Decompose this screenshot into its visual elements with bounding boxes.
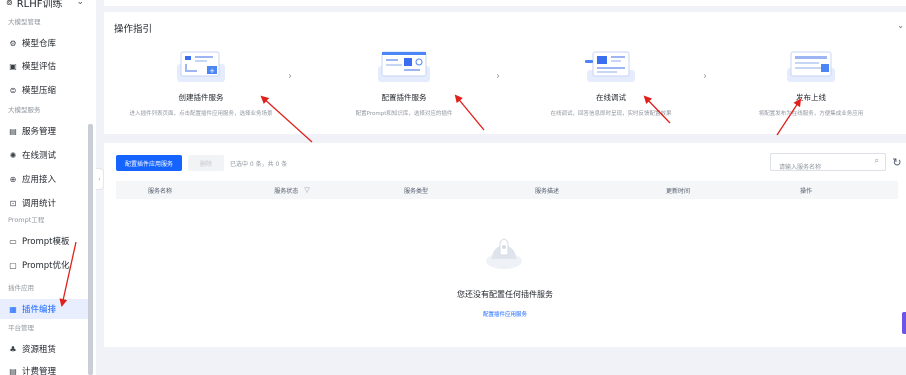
evaluate-icon: ▣ — [9, 61, 17, 71]
sidebar-item-label: 服务管理 — [22, 127, 57, 137]
sidebar-item-label: 模型仓库 — [22, 39, 57, 49]
operation-guide-card: 操作指引 ⌄ + 创建插件服务 进入插件列表页面，点击配置插件应用服务，选择业务… — [104, 12, 906, 134]
collapse-sidebar-handle[interactable]: ‹ — [96, 168, 104, 190]
empty-state-message: 您还没有配置任何插件服务 — [457, 290, 553, 299]
guide-title: 操作指引 — [114, 24, 153, 35]
column-header: 服务状态 ▽ — [274, 186, 310, 195]
stats-icon: ⊡ — [9, 198, 17, 208]
guide-step-name: 创建插件服务 — [178, 93, 224, 102]
service-search-input[interactable] — [771, 159, 867, 176]
guide-step-desc: 将配置发布为在线服务，方便集成业务应用 — [758, 111, 864, 117]
top-strip — [104, 0, 906, 6]
compress-icon: ⊜ — [9, 85, 17, 95]
filter-icon[interactable]: ▽ — [304, 186, 309, 194]
sidebar-item[interactable]: ▭ Prompt模板 — [0, 231, 88, 251]
guide-step-name: 在线调试 — [596, 93, 626, 102]
sidebar-group-label: 大模型服务 — [8, 106, 41, 114]
configure-plugin-service-button[interactable]: 配置插件应用服务 — [116, 155, 182, 171]
app-access-icon: ⊕ — [9, 174, 17, 184]
guide-step-name: 配置插件服务 — [381, 93, 427, 102]
svg-text:+: + — [209, 67, 215, 75]
sidebar-item-label: 计费管理 — [22, 367, 57, 375]
sidebar-item-label: 调用统计 — [22, 199, 57, 209]
delete-button[interactable]: 删除 — [188, 155, 224, 171]
service-search[interactable]: ⌕ — [770, 153, 886, 176]
online-test-icon: ✺ — [9, 150, 17, 160]
search-icon[interactable]: ⌕ — [875, 156, 879, 166]
guide-step-desc: 进入插件列表页面，点击配置插件应用服务，选择业务场景 — [129, 111, 273, 117]
sidebar-item[interactable]: ⊡ 调用统计 — [0, 193, 88, 213]
column-header: 操作 — [799, 187, 813, 195]
guide-step-desc: 配置Prompt和知识库，选择对应的插件 — [355, 111, 453, 117]
chevron-down-icon: ⌄ — [76, 0, 85, 7]
refresh-icon[interactable]: ↻ — [888, 153, 906, 171]
sidebar-group-label: Prompt工程 — [8, 216, 45, 224]
online-debug-illustration — [581, 46, 641, 86]
sidebar-item[interactable]: ▤ 计费管理 — [0, 361, 88, 375]
sidebar-top-label: RLHF训练 — [16, 0, 63, 10]
rlhf-icon: ⊚ — [6, 0, 13, 7]
sidebar-top-item[interactable]: ⊚ RLHF训练 ⌄ — [6, 0, 84, 10]
sidebar-item[interactable]: ⚙ 模型仓库 — [0, 33, 88, 53]
guide-step-publish: 发布上线 将配置发布为在线服务，方便集成业务应用 — [716, 46, 906, 117]
sidebar-item-label: 模型压缩 — [22, 86, 57, 96]
chevron-right-icon: › — [703, 71, 707, 82]
column-header: 服务名称 — [147, 187, 173, 195]
plugin-service-panel: 配置插件应用服务 删除 已选中 0 条，共 0 条 ⌕ ↻ 服务名称 服务状态▽… — [104, 143, 906, 347]
plugin-orchestrate-icon: ▦ — [9, 304, 17, 314]
prompt-optimize-icon: ▢ — [9, 260, 17, 270]
sidebar-item[interactable]: ▤ 服务管理 — [0, 121, 88, 141]
configure-plugin-service-link[interactable]: 配置插件应用服务 — [104, 310, 906, 318]
create-service-illustration: + — [171, 46, 231, 86]
configure-service-illustration — [374, 46, 434, 86]
chevron-right-icon: › — [496, 71, 500, 82]
sidebar-item-label: Prompt模板 — [22, 237, 70, 247]
sidebar-item[interactable]: ▦ 插件编排 — [0, 299, 88, 319]
resource-icon: ♣ — [9, 344, 17, 354]
sidebar-item[interactable]: ✺ 在线测试 — [0, 145, 88, 165]
sidebar-item-label: 应用接入 — [22, 175, 57, 185]
selection-count: 已选中 0 条，共 0 条 — [230, 160, 288, 168]
chevron-right-icon: › — [288, 71, 292, 82]
sidebar: ⊚ RLHF训练 ⌄ 大模型管理 ⚙ 模型仓库 ▣ 模型评估 ⊜ 模型压缩大模型服务 ▤ 服务管… — [0, 0, 96, 375]
floating-side-tab[interactable] — [902, 312, 906, 334]
model-repo-icon: ⚙ — [9, 38, 17, 48]
sidebar-item-label: 插件编排 — [22, 305, 57, 315]
chevron-down-icon[interactable]: ⌄ — [897, 21, 904, 30]
sidebar-item[interactable]: ▢ Prompt优化 — [0, 255, 88, 275]
sidebar-scrollbar[interactable] — [88, 124, 93, 375]
guide-step-configure: 配置插件服务 配置Prompt和知识库，选择对应的插件 — [309, 46, 499, 117]
publish-illustration — [781, 46, 841, 86]
sidebar-item[interactable]: ▣ 模型评估 — [0, 56, 88, 76]
empty-state-illustration — [484, 233, 524, 271]
sidebar-item-label: 模型评估 — [22, 62, 57, 72]
sidebar-item[interactable]: ⊕ 应用接入 — [0, 169, 88, 189]
chevron-left-icon: ‹ — [98, 175, 101, 183]
guide-step-name: 发布上线 — [796, 93, 826, 102]
column-header: 服务类型 — [403, 187, 429, 195]
sidebar-item[interactable]: ⊜ 模型压缩 — [0, 80, 88, 100]
prompt-template-icon: ▭ — [9, 236, 17, 246]
column-header: 更新时间 — [665, 187, 691, 195]
guide-step-desc: 在线调试，回答信息即时呈现，实时反馈配置效果 — [550, 111, 672, 117]
sidebar-group-label: 插件应用 — [8, 284, 34, 292]
billing-icon: ▤ — [9, 366, 17, 375]
sidebar-group-label: 平台管理 — [8, 324, 34, 332]
sidebar-item-label: 资源租赁 — [22, 345, 57, 355]
table-header: 服务名称 服务状态 ▽ 服务类型 服务描述 更新时间 操作 — [116, 181, 898, 199]
sidebar-item-label: 在线测试 — [22, 151, 57, 161]
guide-step-debug: 在线调试 在线调试，回答信息即时呈现，实时反馈配置效果 — [516, 46, 706, 117]
sidebar-item[interactable]: ♣ 资源租赁 — [0, 339, 88, 359]
sidebar-group-label: 大模型管理 — [8, 18, 41, 26]
service-manage-icon: ▤ — [9, 126, 17, 136]
guide-step-create: + 创建插件服务 进入插件列表页面，点击配置插件应用服务，选择业务场景 — [106, 46, 296, 117]
column-header: 服务描述 — [534, 187, 560, 195]
sidebar-item-label: Prompt优化 — [22, 261, 70, 271]
